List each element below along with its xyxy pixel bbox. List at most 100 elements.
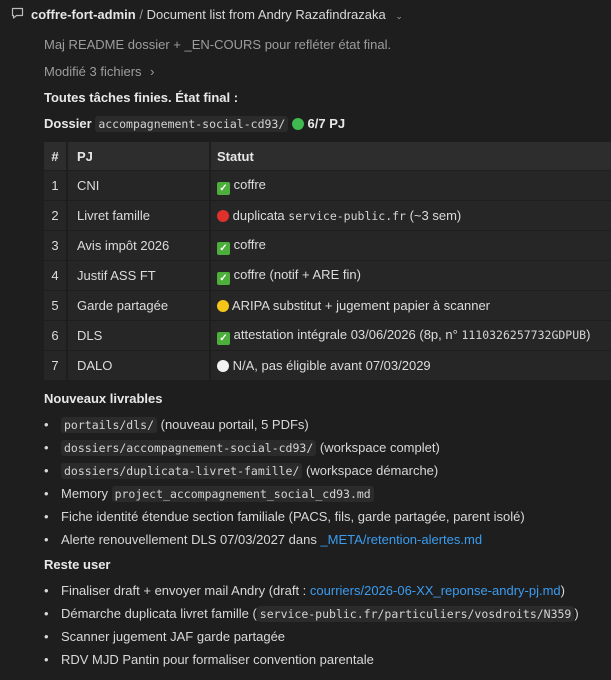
row-status: ✓ attestation intégrale 03/06/2026 (8p, … [211,321,611,351]
yellow-circle-icon [217,300,229,312]
row-number: 5 [44,291,68,321]
list-item: Finaliser draft + envoyer mail Andry (dr… [44,579,579,602]
status-code: service-public.fr [288,209,406,223]
commit-message: Maj README dossier + _EN-COURS pour refl… [44,37,392,52]
row-pj: Livret famille [68,201,211,231]
conversation-title[interactable]: coffre-fort-admin / Document list from A… [31,7,403,22]
column-header-num: # [44,142,68,171]
status-suffix: (~3 sem) [405,208,462,223]
item-text: Memory [61,486,112,501]
table-row: 1 CNI ✓ coffre [44,171,611,201]
item-path: dossiers/accompagnement-social-cd93/ [61,440,317,456]
item-text: Démarche duplicata livret famille ( [61,606,257,621]
green-circle-icon [291,118,304,130]
check-mark-icon: ✓ [217,181,230,195]
row-pj: CNI [68,171,211,201]
dossier-line: Dossier accompagnement-social-cd93/ 6/7 … [44,116,346,132]
conversation-name[interactable]: Document list from Andry Razafindrazaka [147,7,386,22]
table-row: 3 Avis impôt 2026 ✓ coffre [44,231,611,261]
item-note: (workspace complet) [316,440,440,455]
row-pj: DALO [68,351,211,381]
workspace-name[interactable]: coffre-fort-admin [31,7,136,22]
reste-list: Finaliser draft + envoyer mail Andry (dr… [44,579,579,671]
status-text: coffre [233,176,266,192]
column-header-statut: Statut [211,142,611,171]
list-item: Démarche duplicata livret famille (servi… [44,602,579,625]
item-note: (nouveau portail, 5 PDFs) [157,417,309,432]
check-mark-icon: ✓ [217,241,230,255]
list-item: RDV MJD Pantin pour formaliser conventio… [44,648,579,671]
livrables-list: portails/dls/ (nouveau portail, 5 PDFs)d… [44,413,525,551]
check-mark-icon: ✓ [217,331,230,345]
row-number: 3 [44,231,68,261]
row-pj: Avis impôt 2026 [68,231,211,261]
row-number: 7 [44,351,68,381]
status-text: coffre [233,236,266,252]
item-text: Finaliser draft + envoyer mail Andry (dr… [61,583,310,598]
row-status: ✓ coffre [211,231,611,261]
files-changed-label[interactable]: Modifié 3 fichiers [44,64,142,79]
table-header-row: # PJ Statut [44,142,611,171]
list-item: Fiche identité étendue section familiale… [44,505,525,528]
reste-heading: Reste user [44,557,111,572]
table-row: 5 Garde partagée ARIPA substitut + jugeme… [44,291,611,321]
row-status: ✓ coffre [211,171,611,201]
chat-bubble-icon [11,7,24,19]
status-code: 1110326257732GDPUB [461,327,587,342]
status-text: N/A, pas éligible avant 07/03/2029 [232,358,431,373]
row-pj: Garde partagée [68,291,211,321]
white-circle-icon [217,360,229,372]
conversation-header: coffre-fort-admin / Document list from A… [0,0,611,28]
status-text: ARIPA substitut + jugement papier à scan… [231,298,491,313]
item-text: RDV MJD Pantin pour formaliser conventio… [61,652,374,667]
table-row: 4 Justif ASS FT ✓ coffre (notif + ARE fin) [44,261,611,291]
item-path: portails/dls/ [61,417,158,433]
table-row: 7 DALO N/A, pas éligible avant 07/03/2029 [44,351,611,381]
table-row: 6 DLS ✓ attestation intégrale 03/06/2026 (… [44,321,611,351]
livrables-heading: Nouveaux livrables [44,391,163,406]
chevron-down-icon[interactable]: ⌄ [395,11,403,22]
red-circle-icon [217,210,229,222]
file-link[interactable]: courriers/2026-06-XX_reponse-andry-pj.md [310,583,561,598]
dossier-count: 6/7 PJ [307,116,346,131]
item-suffix: ) [574,606,579,621]
row-status: ARIPA substitut + jugement papier à scan… [211,291,611,321]
files-changed-toggle[interactable]: Modifié 3 fichiers › [44,64,155,79]
item-note: (workspace démarche) [302,463,439,478]
status-text: duplicata [232,208,289,223]
row-status: N/A, pas éligible avant 07/03/2029 [211,351,611,381]
pj-status-table: # PJ Statut 1 CNI ✓ coffre 2 Livret famille … [44,142,611,381]
dossier-label: Dossier [44,116,92,131]
list-item: portails/dls/ (nouveau portail, 5 PDFs) [44,413,525,436]
list-item: Alerte renouvellement DLS 07/03/2027 dan… [44,528,525,551]
status-text: attestation intégrale 03/06/2026 (8p, n° [233,326,462,342]
list-item: Memory project_accompagnement_social_cd9… [44,482,525,505]
item-path: dossiers/duplicata-livret-famille/ [61,463,303,479]
row-pj: Justif ASS FT [68,261,211,291]
summary-heading: Toutes tâches finies. État final : [44,90,239,105]
row-status: ✓ coffre (notif + ARE fin) [211,261,611,291]
file-link[interactable]: _META/retention-alertes.md [320,532,482,547]
row-number: 6 [44,321,68,351]
item-text: Scanner jugement JAF garde partagée [61,629,286,644]
item-text: Alerte renouvellement DLS 07/03/2027 dan… [61,532,321,547]
row-pj: DLS [68,321,211,351]
dossier-path: accompagnement-social-cd93/ [95,116,289,132]
list-item: Scanner jugement JAF garde partagée [44,625,579,648]
table-row: 2 Livret famille duplicata service-public… [44,201,611,231]
row-status: duplicata service-public.fr (~3 sem) [211,201,611,231]
status-suffix: ) [586,326,591,342]
column-header-pj: PJ [68,142,211,171]
item-path: service-public.fr/particuliers/vosdroits… [256,606,575,622]
row-number: 1 [44,171,68,201]
item-suffix: ) [560,583,565,598]
list-item: dossiers/accompagnement-social-cd93/ (wo… [44,436,525,459]
check-mark-icon: ✓ [217,271,230,285]
item-path: project_accompagnement_social_cd93.md [111,486,374,502]
item-text: Fiche identité étendue section familiale… [61,509,525,524]
row-number: 4 [44,261,68,291]
chevron-right-icon[interactable]: › [150,64,154,79]
list-item: dossiers/duplicata-livret-famille/ (work… [44,459,525,482]
title-separator: / [139,7,143,22]
row-number: 2 [44,201,68,231]
